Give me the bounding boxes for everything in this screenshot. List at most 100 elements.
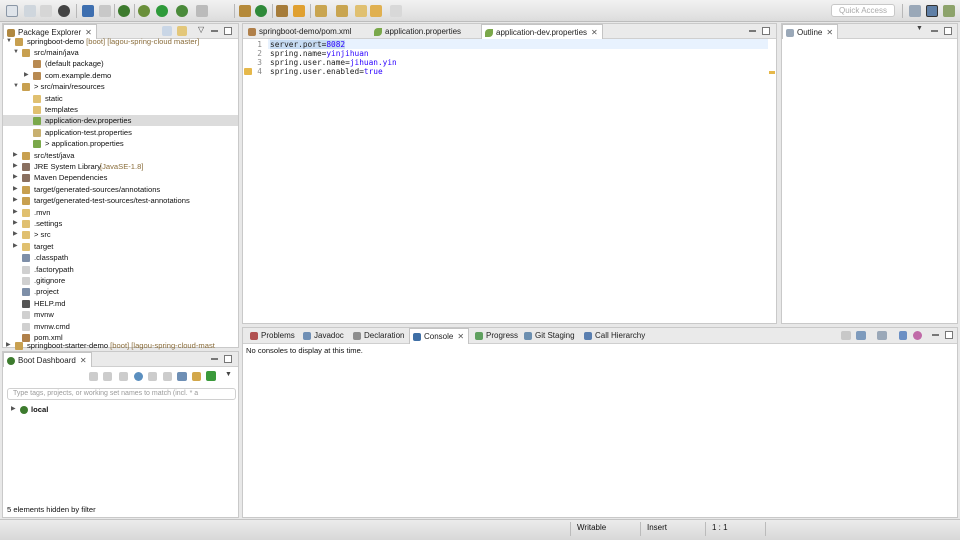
project-row[interactable]: ▼ springboot-demo [boot] [lagou-spring-c… <box>3 36 238 47</box>
minimize-icon[interactable] <box>931 30 938 32</box>
tree-item[interactable]: ▶ src/test/java <box>3 150 238 161</box>
tab-call-hierarchy[interactable]: Call Hierarchy <box>581 328 649 344</box>
tree-item[interactable]: ▶ Maven Dependencies <box>3 172 238 183</box>
github-icon[interactable] <box>58 5 70 17</box>
stop-icon[interactable] <box>196 5 208 17</box>
tab-pom-xml[interactable]: springboot-demo/pom.xml <box>245 24 355 39</box>
tab-boot-dashboard[interactable]: Boot Dashboard ✕ <box>3 352 92 367</box>
view-menu-icon[interactable]: ▼ <box>916 25 923 32</box>
maximize-icon[interactable] <box>944 27 952 35</box>
next-project-row[interactable]: ▶ springboot-starter-demo [boot] [lagou-… <box>3 340 238 351</box>
expose-icon[interactable] <box>192 372 201 381</box>
chevron-right-icon[interactable]: ▶ <box>13 161 18 172</box>
tab-console[interactable]: Console ✕ <box>409 328 470 344</box>
open-perspective-icon[interactable] <box>909 5 921 17</box>
tab-javadoc[interactable]: Javadoc <box>300 328 348 344</box>
terminal-icon[interactable] <box>82 5 94 17</box>
chevron-right-icon[interactable]: ▶ <box>13 207 18 218</box>
open-browser-icon[interactable] <box>134 372 143 381</box>
close-icon[interactable]: ✕ <box>826 28 833 37</box>
tree-item[interactable]: mvnw <box>3 309 238 320</box>
tree-item[interactable]: static <box>3 93 238 104</box>
start-icon[interactable] <box>89 372 98 381</box>
edit-icon[interactable] <box>163 372 172 381</box>
tab-application-dev-properties[interactable]: application-dev.properties ✕ <box>481 24 603 39</box>
chevron-right-icon[interactable]: ▶ <box>13 184 18 195</box>
tab-problems[interactable]: Problems <box>247 328 299 344</box>
tree-item[interactable]: HELP.md <box>3 298 238 309</box>
open-console-icon[interactable] <box>877 331 887 340</box>
tree-item[interactable]: ▶ com.example.demo <box>3 70 238 81</box>
tree-item[interactable]: mvnw.cmd <box>3 321 238 332</box>
console-toolbar-icon[interactable] <box>899 331 907 340</box>
tree-item[interactable]: .classpath <box>3 252 238 263</box>
tab-progress[interactable]: Progress <box>472 328 522 344</box>
minimize-icon[interactable] <box>211 358 218 360</box>
search-icon[interactable] <box>293 5 305 17</box>
stop-icon[interactable] <box>119 372 128 381</box>
link-with-editor-icon[interactable] <box>177 26 187 36</box>
display-console-icon[interactable] <box>856 331 866 340</box>
save-icon[interactable] <box>24 5 36 17</box>
chevron-right-icon[interactable]: ▶ <box>13 218 18 229</box>
overview-ruler-marker[interactable] <box>769 71 775 74</box>
open-console-icon[interactable] <box>148 372 157 381</box>
tree-item[interactable]: ▼ src/main/java <box>3 47 238 58</box>
pin-console-icon[interactable] <box>841 331 851 340</box>
previous-annotation-icon[interactable] <box>336 5 348 17</box>
new-class-icon[interactable] <box>255 5 267 17</box>
tree-item[interactable]: ▼ > src/main/resources <box>3 81 238 92</box>
tree-item[interactable]: ▶ target <box>3 241 238 252</box>
skip-breakpoints-icon[interactable] <box>99 5 111 17</box>
boot-dashboard-filter-input[interactable]: Type tags, projects, or working set name… <box>7 388 236 400</box>
back-icon[interactable] <box>370 5 382 17</box>
debug-icon[interactable] <box>138 5 150 17</box>
new-icon[interactable] <box>6 5 18 17</box>
save-all-icon[interactable] <box>40 5 52 17</box>
remote-console-icon[interactable] <box>913 331 922 340</box>
forward-icon[interactable] <box>390 5 402 17</box>
tab-git-staging[interactable]: Git Staging <box>521 328 579 344</box>
java-perspective-icon[interactable] <box>926 5 938 17</box>
new-java-package-icon[interactable] <box>239 5 251 17</box>
tree-item[interactable]: ▶ JRE System Library [JavaSE-1.8] <box>3 161 238 172</box>
maximize-icon[interactable] <box>224 27 232 35</box>
maximize-icon[interactable] <box>762 27 770 35</box>
tree-item[interactable]: .factorypath <box>3 264 238 275</box>
chevron-right-icon[interactable]: ▶ <box>13 229 18 240</box>
last-edit-location-icon[interactable] <box>355 5 367 17</box>
add-icon[interactable] <box>206 371 216 381</box>
tree-item[interactable]: templates <box>3 104 238 115</box>
chevron-down-icon[interactable]: ▼ <box>13 47 19 58</box>
tab-outline[interactable]: Outline ✕ <box>782 24 839 39</box>
tab-declaration[interactable]: Declaration <box>350 328 408 344</box>
local-target-row[interactable]: ▶ local <box>3 404 238 415</box>
run-external-tools-icon[interactable] <box>176 5 188 17</box>
close-icon[interactable]: ✕ <box>591 28 598 37</box>
chevron-right-icon[interactable]: ▶ <box>24 70 29 81</box>
collapse-all-icon[interactable] <box>162 26 172 36</box>
close-icon[interactable]: ✕ <box>457 332 464 341</box>
maximize-icon[interactable] <box>224 355 232 363</box>
tree-item[interactable]: ▶ target/generated-sources/annotations <box>3 184 238 195</box>
tree-item[interactable]: ▶ > src <box>3 229 238 240</box>
run-icon[interactable] <box>156 5 168 17</box>
tab-application-properties[interactable]: application.properties <box>371 24 465 39</box>
warning-marker-icon[interactable] <box>244 68 252 75</box>
open-type-icon[interactable] <box>276 5 288 17</box>
tree-item[interactable]: .gitignore <box>3 275 238 286</box>
tree-item[interactable]: ▶ .mvn <box>3 207 238 218</box>
restart-icon[interactable] <box>103 372 112 381</box>
spring-boot-icon[interactable] <box>118 5 130 17</box>
tree-item[interactable]: > application.properties <box>3 138 238 149</box>
tree-item[interactable]: application-test.properties <box>3 127 238 138</box>
next-annotation-icon[interactable] <box>315 5 327 17</box>
chevron-right-icon[interactable]: ▶ <box>13 195 18 206</box>
tree-item[interactable]: .project <box>3 286 238 297</box>
open-properties-icon[interactable] <box>177 372 187 381</box>
chevron-right-icon[interactable]: ▶ <box>13 150 18 161</box>
quick-access-input[interactable]: Quick Access <box>831 4 895 17</box>
tree-item[interactable]: (default package) <box>3 58 238 69</box>
debug-perspective-icon[interactable] <box>943 5 955 17</box>
tree-item[interactable]: ▶ target/generated-test-sources/test-anno… <box>3 195 238 206</box>
